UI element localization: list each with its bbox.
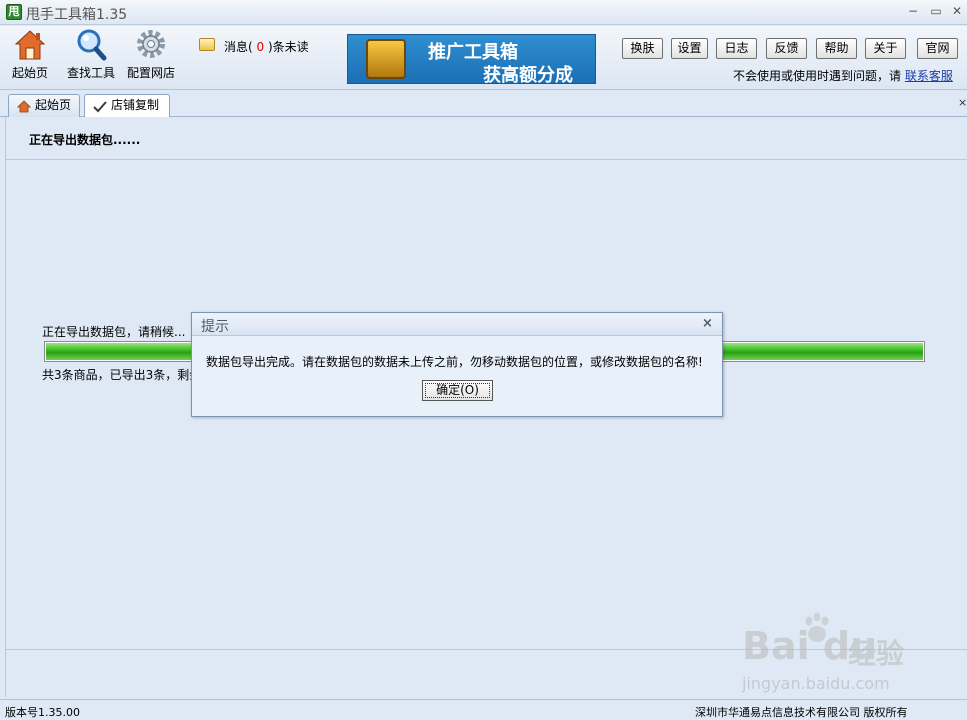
config-shop-button[interactable]: 配置网店 [125,28,177,81]
help-button[interactable]: 帮助 [816,38,857,59]
unread-count: 0 [256,40,265,54]
settings-button[interactable]: 设置 [671,38,708,59]
export-status-header: 正在导出数据包...... [29,133,141,147]
messages-suffix: )条未读 [267,40,309,54]
envelope-icon [199,38,215,51]
copy-tick-icon [93,99,107,113]
website-button[interactable]: 官网 [917,38,958,59]
tab-home[interactable]: 起始页 [8,94,80,117]
dialog-close-icon[interactable]: × [702,316,713,331]
home-icon [14,28,46,62]
header-divider [6,159,967,160]
gear-icon [135,28,167,62]
home-tool-button[interactable]: 起始页 [10,28,50,81]
watermark-product: 经验 [848,637,905,670]
version-label: 版本号1.35.00 [5,706,80,719]
home-tool-label: 起始页 [11,66,48,80]
close-window-button[interactable]: ✕ [948,3,966,19]
treasure-chest-icon [366,39,406,79]
about-button[interactable]: 关于 [865,38,906,59]
minimize-button[interactable]: − [904,3,922,19]
close-tab-icon[interactable]: × [958,96,967,109]
restore-button[interactable]: ▭ [927,3,945,19]
log-button[interactable]: 日志 [716,38,757,59]
window-title: 甩手工具箱1.35 [26,7,128,23]
export-wait-text: 正在导出数据包，请稍候... [42,325,186,339]
messages-prefix: 消息( [224,40,253,54]
feedback-button[interactable]: 反馈 [766,38,807,59]
find-tools-label: 查找工具 [66,66,115,80]
help-text: 不会使用或使用时遇到问题，请 联系客服 [733,67,953,84]
skin-button[interactable]: 换肤 [622,38,663,59]
tab-home-label: 起始页 [35,98,72,112]
status-bar: 版本号1.35.00 深圳市华通易点信息技术有限公司 版权所有 [0,699,967,720]
help-prompt: 不会使用或使用时遇到问题，请 [733,69,902,83]
export-count-text: 共3条商品，已导出3条，剩余 [42,368,202,382]
baidu-jingyan-watermark: Bai du 经验 jingyan.baidu.com [742,612,922,702]
promo-banner[interactable]: 推广工具箱 获高额分成 [347,34,596,84]
paw-icon [800,612,834,646]
home-icon [17,99,31,113]
tab-shop-copy-label: 店铺复制 [111,98,160,112]
find-tools-button[interactable]: 查找工具 [65,28,117,81]
watermark-url: jingyan.baidu.com [742,674,890,693]
export-complete-dialog: 提示 × 数据包导出完成。请在数据包的数据未上传之前，勿移动数据包的位置，或修改… [191,312,723,417]
copyright-label: 深圳市华通易点信息技术有限公司 版权所有 [695,706,908,719]
magnifier-icon [75,28,107,62]
app-logo: 甩 [6,4,22,20]
tab-strip: 起始页 店铺复制 [0,91,967,118]
tab-shop-copy[interactable]: 店铺复制 [84,94,170,118]
config-shop-label: 配置网店 [126,66,175,80]
messages-link[interactable]: 消息( 0 )条未读 [224,38,309,55]
contact-support-link[interactable]: 联系客服 [905,69,953,83]
dialog-message: 数据包导出完成。请在数据包的数据未上传之前，勿移动数据包的位置，或修改数据包的名… [206,355,703,369]
banner-line-2: 获高额分成 [483,65,573,84]
dialog-title: 提示 [201,319,229,335]
title-bar: 甩 甩手工具箱1.35 − ▭ ✕ [0,0,967,25]
dialog-title-bar[interactable]: 提示 × [192,313,722,336]
ok-button[interactable]: 确定(O) [422,380,493,401]
toolbar: 起始页 查找工具 配置网店 消息( 0 )条未读 推广工具箱 获高额分成 换肤 … [0,26,967,90]
